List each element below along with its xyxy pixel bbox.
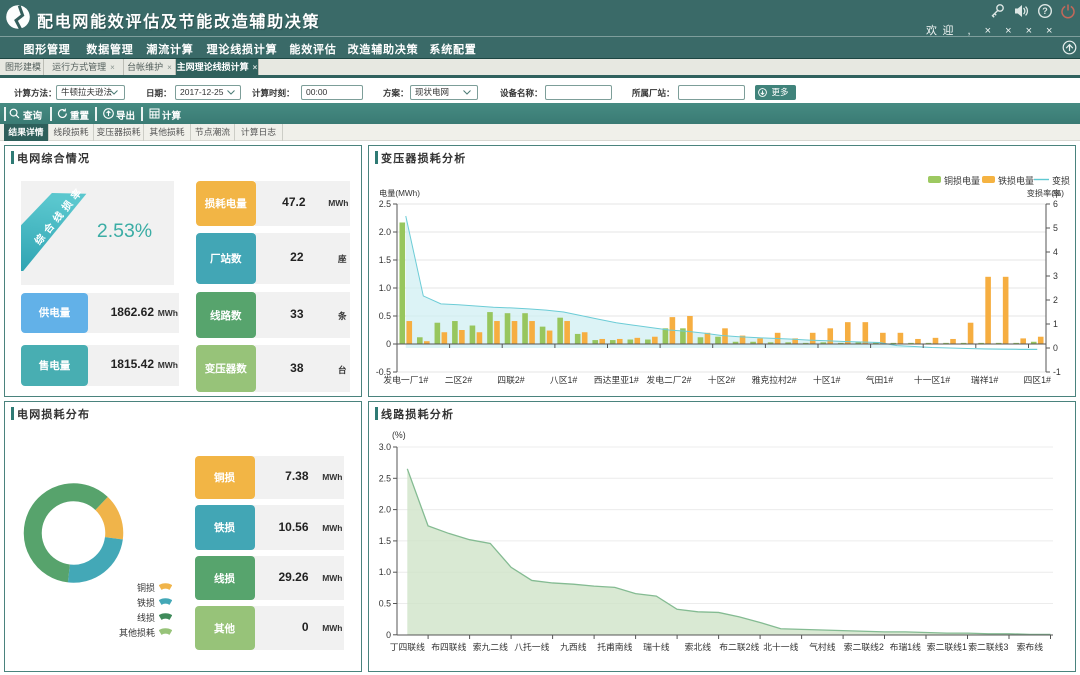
svg-text:索布线: 索布线 xyxy=(1017,641,1044,652)
svg-text:1.0: 1.0 xyxy=(379,283,391,293)
svg-text:3: 3 xyxy=(1053,271,1058,281)
svg-text:十一区1#: 十一区1# xyxy=(914,374,950,385)
svg-text:(%): (%) xyxy=(392,430,406,440)
svg-text:1.0: 1.0 xyxy=(379,567,391,577)
svg-text:九西线: 九西线 xyxy=(560,641,587,652)
svg-text:0: 0 xyxy=(1053,343,1058,353)
svg-text:二区2#: 二区2# xyxy=(445,375,472,385)
svg-text:瑞十线: 瑞十线 xyxy=(643,641,670,652)
svg-text:发电一厂1#: 发电一厂1# xyxy=(383,374,428,385)
svg-text:布瑞1线: 布瑞1线 xyxy=(890,641,921,652)
svg-text:索北线: 索北线 xyxy=(685,641,712,652)
svg-text:0: 0 xyxy=(386,630,391,640)
svg-text:雅克拉村2#: 雅克拉村2# xyxy=(752,374,797,385)
svg-text:2.5: 2.5 xyxy=(379,199,391,209)
svg-text:气田1#: 气田1# xyxy=(866,374,893,385)
svg-text:3.0: 3.0 xyxy=(379,442,391,452)
svg-text:托甫南线: 托甫南线 xyxy=(597,641,632,652)
svg-text:西达里亚1#: 西达里亚1# xyxy=(594,374,639,385)
svg-text:布四联线: 布四联线 xyxy=(431,641,466,652)
svg-text:4: 4 xyxy=(1053,247,1058,257)
svg-text:?: ? xyxy=(1042,6,1048,16)
svg-text:十区2#: 十区2# xyxy=(708,374,735,385)
svg-text:瑞祥1#: 瑞祥1# xyxy=(971,374,998,385)
svg-text:2.0: 2.0 xyxy=(379,227,391,237)
svg-text:布二联2线: 布二联2线 xyxy=(719,641,759,652)
svg-text:2.5: 2.5 xyxy=(379,473,391,483)
svg-text:2: 2 xyxy=(1053,295,1058,305)
svg-text:5: 5 xyxy=(1053,223,1058,233)
svg-text:1.5: 1.5 xyxy=(379,255,391,265)
svg-text:索二联线1: 索二联线1 xyxy=(927,641,967,652)
svg-text:6: 6 xyxy=(1053,199,1058,209)
svg-text:1.5: 1.5 xyxy=(379,536,391,546)
svg-text:四联2#: 四联2# xyxy=(497,375,524,385)
svg-text:2.0: 2.0 xyxy=(379,505,391,515)
svg-text:四区1#: 四区1# xyxy=(1024,375,1051,385)
svg-text:气村线: 气村线 xyxy=(809,641,836,652)
svg-text:北十一线: 北十一线 xyxy=(763,641,798,652)
svg-text:-1: -1 xyxy=(1053,367,1061,377)
svg-text:1: 1 xyxy=(1053,319,1058,329)
svg-text:0.5: 0.5 xyxy=(379,311,391,321)
svg-text:十区1#: 十区1# xyxy=(813,374,840,385)
svg-text:0.5: 0.5 xyxy=(379,599,391,609)
svg-text:0: 0 xyxy=(386,339,391,349)
svg-text:八托一线: 八托一线 xyxy=(514,641,549,652)
svg-text:丁四联线: 丁四联线 xyxy=(390,641,425,652)
svg-text:发电二厂2#: 发电二厂2# xyxy=(646,374,691,385)
svg-text:索二联线3: 索二联线3 xyxy=(968,641,1008,652)
svg-text:八区1#: 八区1# xyxy=(550,375,577,385)
svg-text:索九二线: 索九二线 xyxy=(473,641,508,652)
svg-text:索二联线2: 索二联线2 xyxy=(844,641,884,652)
